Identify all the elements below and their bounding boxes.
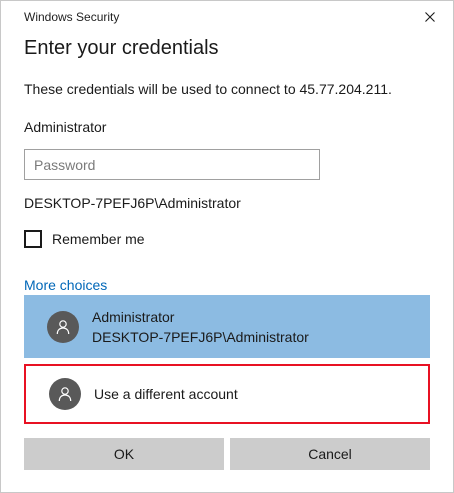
more-choices-link[interactable]: More choices <box>24 277 107 293</box>
connection-description: These credentials will be used to connec… <box>24 81 392 97</box>
user-icon <box>47 310 79 343</box>
close-icon <box>425 12 435 22</box>
remember-me-label: Remember me <box>52 231 145 247</box>
account-text: Administrator DESKTOP-7PEFJ6P\Administra… <box>92 307 309 347</box>
account-option-administrator[interactable]: Administrator DESKTOP-7PEFJ6P\Administra… <box>24 295 430 358</box>
account-name: Use a different account <box>94 386 238 402</box>
cancel-button[interactable]: Cancel <box>230 438 430 470</box>
account-detail: DESKTOP-7PEFJ6P\Administrator <box>92 328 309 345</box>
account-name: Administrator <box>92 308 175 325</box>
credentials-dialog: Windows Security Enter your credentials … <box>0 0 454 493</box>
checkbox-box[interactable] <box>24 230 42 248</box>
user-icon <box>49 378 81 410</box>
password-field[interactable] <box>24 149 320 180</box>
domain-user-label: DESKTOP-7PEFJ6P\Administrator <box>24 195 241 211</box>
username-label: Administrator <box>24 119 107 135</box>
ok-button[interactable]: OK <box>24 438 224 470</box>
close-button[interactable] <box>407 1 453 33</box>
account-option-different[interactable]: Use a different account <box>24 364 430 424</box>
dialog-heading: Enter your credentials <box>24 37 219 59</box>
remember-me-checkbox[interactable]: Remember me <box>24 230 145 248</box>
title-bar: Windows Security <box>1 1 453 33</box>
window-title: Windows Security <box>24 10 120 24</box>
